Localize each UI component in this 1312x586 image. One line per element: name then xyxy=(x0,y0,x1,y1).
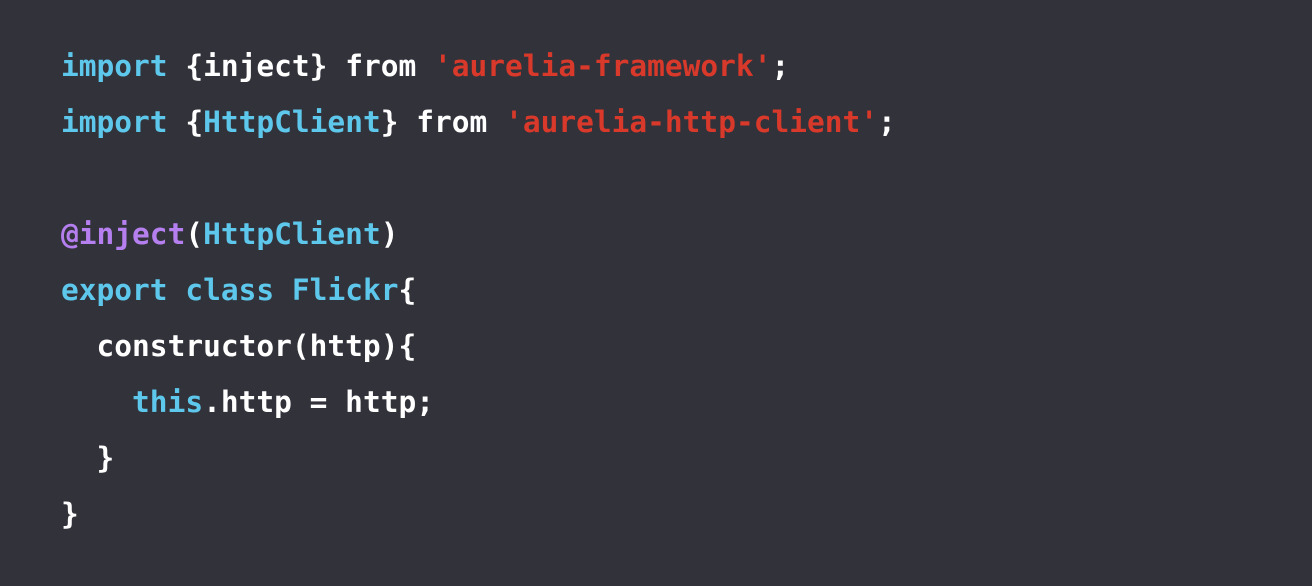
code-line-2: import {HttpClient} from 'aurelia-http-c… xyxy=(61,94,1312,150)
code-token-string: 'aurelia-http-client' xyxy=(505,105,879,139)
code-token-plain: } xyxy=(61,497,79,531)
code-token-plain: } xyxy=(380,105,417,139)
code-token-plain: from xyxy=(345,49,417,83)
code-token-plain: {inject} xyxy=(167,49,346,83)
code-token-string: 'aurelia-framework' xyxy=(434,49,772,83)
code-token-keyword: this xyxy=(132,385,204,419)
code-token-plain: ; xyxy=(878,105,896,139)
code-line-8: } xyxy=(61,430,1312,486)
code-line-6: constructor(http){ xyxy=(61,318,1312,374)
code-token-keyword: import xyxy=(61,105,168,139)
code-token-plain: ; xyxy=(771,49,790,83)
code-line-7: this.http = http; xyxy=(61,374,1312,430)
code-token-plain: ( xyxy=(185,217,204,251)
code-token-keyword: import xyxy=(61,49,168,83)
code-token-type: HttpClient xyxy=(203,105,381,139)
code-token-plain: { xyxy=(398,273,417,307)
code-token-plain: from xyxy=(416,105,488,139)
code-token-plain: } xyxy=(61,441,115,475)
code-token-plain: ) xyxy=(380,217,399,251)
code-line-9: } xyxy=(61,486,1312,542)
code-token-type: HttpClient xyxy=(203,217,381,251)
code-token-decorator: @inject xyxy=(61,217,186,251)
code-token-plain: { xyxy=(167,105,204,139)
code-token-keyword: class xyxy=(185,273,275,307)
code-line-1: import {inject} from 'aurelia-framework'… xyxy=(61,38,1312,94)
code-block[interactable]: import {inject} from 'aurelia-framework'… xyxy=(61,38,1312,542)
code-token-plain: constructor(http){ xyxy=(61,329,417,363)
code-line-5: export class Flickr{ xyxy=(61,262,1312,318)
code-token-keyword: export xyxy=(61,273,168,307)
code-editor[interactable]: import {inject} from 'aurelia-framework'… xyxy=(0,0,1312,586)
code-token-type: Flickr xyxy=(291,273,399,307)
code-token-plain: .http = http; xyxy=(203,385,434,419)
code-line-4: @inject(HttpClient) xyxy=(61,206,1312,262)
